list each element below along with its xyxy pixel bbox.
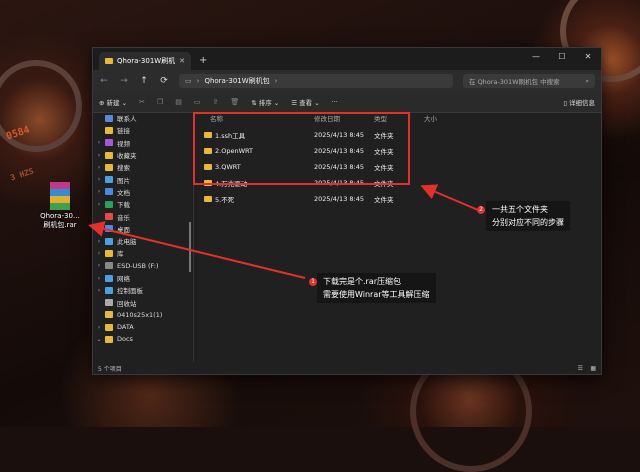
callout-1-line2: 需要使用Winrar等工具解压缩	[323, 290, 430, 299]
arrow-to-rar	[88, 221, 306, 279]
callout-1: 下载完是个.rar压缩包 需要使用Winrar等工具解压缩	[317, 273, 436, 303]
callout-2-line2: 分别对应不同的步骤	[492, 218, 564, 227]
callout-2: 一共五个文件夹 分别对应不同的步骤	[486, 201, 570, 231]
callout-2-line1: 一共五个文件夹	[492, 205, 548, 214]
callout-badge-1: 1	[309, 278, 317, 286]
callout-1-line1: 下载完是个.rar压缩包	[323, 277, 402, 286]
arrow-to-folders	[420, 184, 479, 211]
callout-badge-2: 2	[477, 206, 485, 214]
